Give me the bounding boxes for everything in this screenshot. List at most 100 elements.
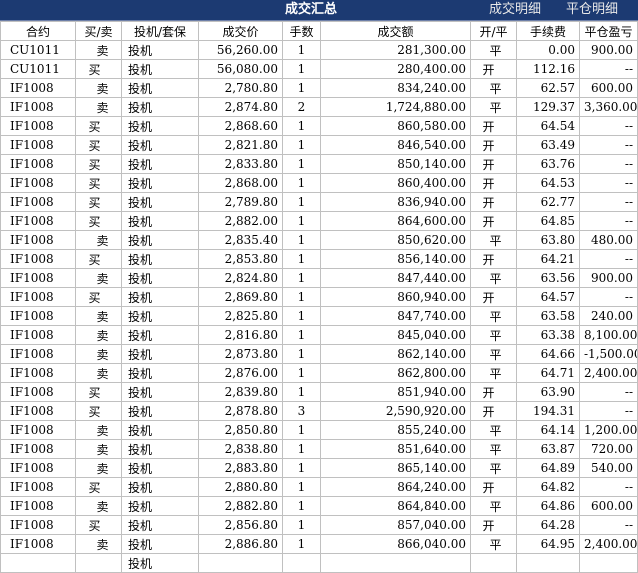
cell-price: 2,780.80: [198, 78, 283, 98]
cell-amount: 860,400.00: [320, 173, 471, 193]
cell-quantity: 1: [282, 78, 321, 98]
cell-price: 2,876.00: [198, 363, 283, 383]
table-row[interactable]: IF1008 买投机 2,882.00 1 864,600.00 开 64.85 --: [0, 211, 638, 231]
cell-quantity: 1: [282, 344, 321, 364]
col-header-hedge-type[interactable]: 投机/套保: [121, 21, 199, 41]
col-header-open-close[interactable]: 开/平: [470, 21, 517, 41]
cell-hedge-type: 投机: [121, 268, 199, 288]
cell-contract: IF1008: [0, 515, 76, 535]
tab-trade-summary[interactable]: 成交汇总: [285, 0, 337, 20]
cell-hedge-type: 投机: [121, 173, 199, 193]
cell-fee: 62.77: [516, 192, 580, 212]
cell-direction: 卖: [75, 306, 122, 326]
cell-price: 2,789.80: [198, 192, 283, 212]
cell-quantity: 1: [282, 192, 321, 212]
table-row[interactable]: IF1008 买投机 2,878.80 3 2,590,920.00 开 194.31 --: [0, 401, 638, 421]
cell-quantity: 2: [282, 97, 321, 117]
trade-summary-table: 合约 买/卖 投机/套保 成交价 手数 成交额 开/平 手续费 平仓盈亏 CU1…: [0, 21, 638, 573]
cell-close-pnl: 2,400.00: [579, 534, 638, 554]
cell-open-close: 开: [470, 173, 517, 193]
col-header-fee[interactable]: 手续费: [516, 21, 580, 41]
table-row[interactable]: IF1008 卖投机 2,882.80 1 864,840.00 平 64.86 600.00: [0, 496, 638, 516]
cell-quantity: 1: [282, 496, 321, 516]
table-row[interactable]: IF1008 卖投机 2,874.80 2 1,724,880.00 平 129.37 3,3…: [0, 97, 638, 117]
tab-close-detail[interactable]: 平仓明细: [566, 0, 618, 20]
cell-quantity: 1: [282, 382, 321, 402]
cell-open-close: 开: [470, 382, 517, 402]
table-row[interactable]: IF1008 买投机 2,789.80 1 836,940.00 开 62.77 --: [0, 192, 638, 212]
table-row[interactable]: IF1008 卖投机 2,824.80 1 847,440.00 平 63.56 900.00: [0, 268, 638, 288]
col-header-amount[interactable]: 成交额: [320, 21, 471, 41]
table-row[interactable]: IF1008 卖投机 2,825.80 1 847,740.00 平 63.58 240.00: [0, 306, 638, 326]
table-row[interactable]: IF1008 卖投机 2,780.80 1 834,240.00 平 62.57 600.00: [0, 78, 638, 98]
cell-open-close: 开: [470, 287, 517, 307]
table-row[interactable]: IF1008 买投机 2,869.80 1 860,940.00 开 64.57 --: [0, 287, 638, 307]
table-row[interactable]: IF1008 买投机 2,821.80 1 846,540.00 开 63.49 --: [0, 135, 638, 155]
table-row[interactable]: IF1008 卖投机 2,838.80 1 851,640.00 平 63.87 720.00: [0, 439, 638, 459]
cell-hedge-type: 投机: [121, 135, 199, 155]
cell-open-close: 平: [470, 268, 517, 288]
cell-amount: 280,400.00: [320, 59, 471, 79]
table-row[interactable]: CU1011 买投机 56,080.00 1 280,400.00 开 112.16 --: [0, 59, 638, 79]
cell-quantity: 1: [282, 154, 321, 174]
table-row[interactable]: IF1008 卖投机 2,873.80 1 862,140.00 平 64.66 -1,500…: [0, 344, 638, 364]
cell-open-close: 平: [470, 363, 517, 383]
cell-close-pnl: 240.00: [579, 306, 638, 326]
table-row[interactable]: IF1008 买投机 2,833.80 1 850,140.00 开 63.76 --: [0, 154, 638, 174]
cell-amount: 847,440.00: [320, 268, 471, 288]
table-row[interactable]: CU1011 卖投机 56,260.00 1 281,300.00 平 0.00 900.00: [0, 40, 638, 60]
col-header-quantity[interactable]: 手数: [282, 21, 321, 41]
cell-direction: 卖: [75, 439, 122, 459]
cell-hedge-type: 投机: [121, 477, 199, 497]
cell-contract: IF1008: [0, 211, 76, 231]
cell-quantity: [282, 553, 321, 573]
cell-hedge-type: 投机: [121, 306, 199, 326]
table-row[interactable]: IF1008 卖投机 2,876.00 1 862,800.00 平 64.71 2,400.…: [0, 363, 638, 383]
cell-quantity: 1: [282, 439, 321, 459]
cell-contract: IF1008: [0, 401, 76, 421]
col-header-contract[interactable]: 合约: [0, 21, 76, 41]
cell-close-pnl: --: [579, 211, 638, 231]
cell-quantity: 1: [282, 211, 321, 231]
cell-amount: 862,800.00: [320, 363, 471, 383]
table-row[interactable]: IF1008 卖投机 2,816.80 1 845,040.00 平 63.38 8,100.…: [0, 325, 638, 345]
title-bar: 成交汇总 成交明细 平仓明细: [0, 0, 638, 21]
table-row[interactable]: IF1008 买投机 2,868.00 1 860,400.00 开 64.53 --: [0, 173, 638, 193]
cell-amount: 855,240.00: [320, 420, 471, 440]
cell-fee: 63.76: [516, 154, 580, 174]
cell-fee: 64.57: [516, 287, 580, 307]
cell-quantity: 1: [282, 458, 321, 478]
cell-direction: 买: [75, 401, 122, 421]
table-row[interactable]: IF1008 买投机 2,856.80 1 857,040.00 开 64.28 --: [0, 515, 638, 535]
cell-contract: IF1008: [0, 382, 76, 402]
cell-quantity: 1: [282, 135, 321, 155]
table-row[interactable]: IF1008 卖投机 2,850.80 1 855,240.00 平 64.14 1,200.…: [0, 420, 638, 440]
cell-open-close: 开: [470, 154, 517, 174]
table-row[interactable]: 投机: [0, 553, 638, 573]
table-row[interactable]: IF1008 买投机 2,839.80 1 851,940.00 开 63.90 --: [0, 382, 638, 402]
table-row[interactable]: IF1008 卖投机 2,883.80 1 865,140.00 平 64.89 540.00: [0, 458, 638, 478]
cell-open-close: 开: [470, 59, 517, 79]
col-header-close-pnl[interactable]: 平仓盈亏: [579, 21, 638, 41]
cell-fee: 64.95: [516, 534, 580, 554]
col-header-direction[interactable]: 买/卖: [75, 21, 122, 41]
cell-open-close: 平: [470, 458, 517, 478]
cell-amount: 846,540.00: [320, 135, 471, 155]
cell-direction: 卖: [75, 268, 122, 288]
cell-hedge-type: 投机: [121, 325, 199, 345]
table-row[interactable]: IF1008 买投机 2,880.80 1 864,240.00 开 64.82 --: [0, 477, 638, 497]
tab-trade-detail[interactable]: 成交明细: [489, 0, 541, 20]
cell-hedge-type: 投机: [121, 496, 199, 516]
table-row[interactable]: IF1008 买投机 2,853.80 1 856,140.00 开 64.21 --: [0, 249, 638, 269]
cell-price: 2,880.80: [198, 477, 283, 497]
table-row[interactable]: IF1008 卖投机 2,835.40 1 850,620.00 平 63.80 480.00: [0, 230, 638, 250]
cell-hedge-type: 投机: [121, 344, 199, 364]
cell-contract: IF1008: [0, 135, 76, 155]
cell-hedge-type: 投机: [121, 515, 199, 535]
table-row[interactable]: IF1008 卖投机 2,886.80 1 866,040.00 平 64.95 2,400.…: [0, 534, 638, 554]
col-header-price[interactable]: 成交价: [198, 21, 283, 41]
cell-direction: 卖: [75, 496, 122, 516]
table-row[interactable]: IF1008 买投机 2,868.60 1 860,580.00 开 64.54 --: [0, 116, 638, 136]
cell-close-pnl: 540.00: [579, 458, 638, 478]
cell-open-close: 开: [470, 477, 517, 497]
